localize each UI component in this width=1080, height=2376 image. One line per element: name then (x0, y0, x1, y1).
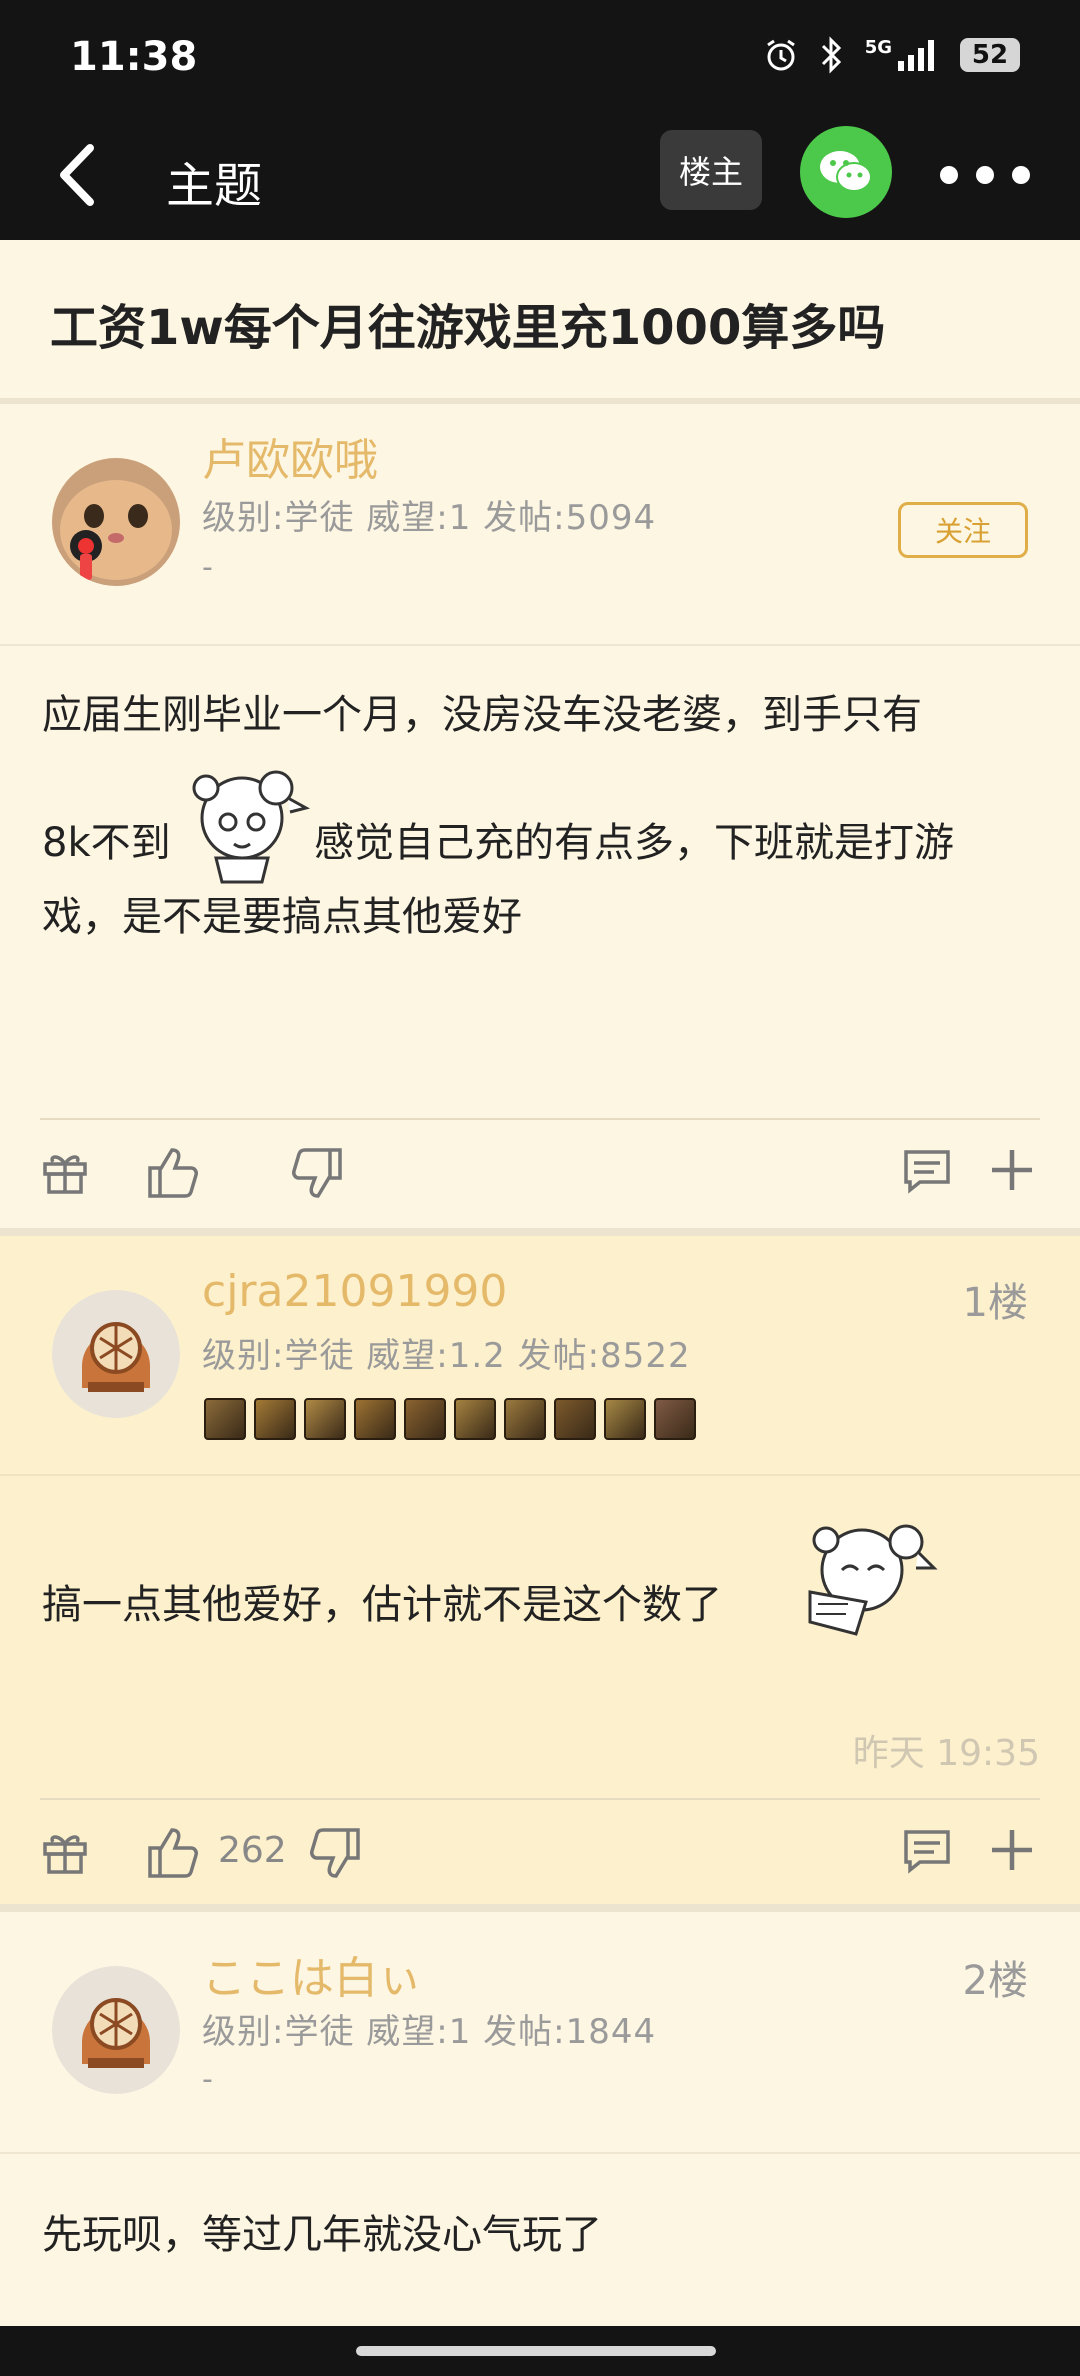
thumbs-down-icon (292, 1148, 342, 1198)
medal-list (204, 1398, 696, 1440)
gift-button[interactable] (40, 1826, 90, 1880)
bluetooth-icon (821, 36, 841, 74)
post-action-bar: 262 (0, 1800, 1080, 1900)
medal-badge-icon[interactable] (604, 1398, 646, 1440)
medal-badge-icon[interactable] (404, 1398, 446, 1440)
user-info: 级别:学徒 威望:1 发帖:1844 (202, 2012, 657, 2052)
plus-icon (992, 1150, 1032, 1190)
dislike-button[interactable] (308, 1826, 362, 1884)
plus-icon (992, 1830, 1032, 1870)
page-title: 主题 (166, 158, 263, 214)
user-signature: - (202, 2062, 213, 2097)
medal-badge-icon[interactable] (654, 1398, 696, 1440)
emoticon-sticker (176, 758, 312, 890)
thread-title: 工资1w每个月往游戏里充1000算多吗 (50, 300, 886, 356)
op-post: 卢欧欧哦 级别:学徒 威望:1 发帖:5094 - 关注 应届生刚毕业一个月，没… (0, 404, 1080, 1228)
anime-girl-sticker (808, 1524, 938, 1636)
cat-avatar-image (52, 458, 180, 586)
comment-button[interactable] (902, 1146, 952, 1200)
back-button[interactable] (50, 140, 110, 210)
add-button[interactable] (988, 1826, 1036, 1878)
user-signature: - (202, 550, 213, 585)
divider (0, 1228, 1080, 1236)
more-dot-icon (1012, 166, 1030, 184)
medal-badge-icon[interactable] (254, 1398, 296, 1440)
medal-badge-icon[interactable] (554, 1398, 596, 1440)
divider (0, 2152, 1080, 2154)
medal-badge-icon[interactable] (454, 1398, 496, 1440)
floor-number: 1楼 (962, 1280, 1028, 1326)
more-options-button[interactable] (940, 160, 1030, 190)
more-dot-icon (940, 166, 958, 184)
gift-icon (43, 1155, 87, 1194)
network-label: 5G (864, 36, 892, 58)
thumbs-up-icon (148, 1828, 198, 1878)
medal-badge-icon[interactable] (304, 1398, 346, 1440)
default-avatar-image (52, 1966, 180, 2094)
dislike-button[interactable] (290, 1146, 344, 1204)
reply-post: cjra21091990 1楼 级别:学徒 威望:1.2 发帖:8522 搞一点… (0, 1236, 1080, 1912)
post-timestamp: 昨天 19:35 (852, 1733, 1040, 1774)
alarm-icon (766, 39, 795, 71)
post-action-bar (0, 1120, 1080, 1220)
comment-icon (904, 1150, 950, 1194)
status-icons: 5G 52 (763, 36, 1020, 74)
like-button[interactable] (146, 1826, 200, 1884)
gift-icon (43, 1835, 87, 1874)
add-button[interactable] (988, 1146, 1036, 1198)
username[interactable]: cjra21091990 (202, 1266, 507, 1317)
post-content-line: 应届生刚毕业一个月，没房没车没老婆，到手只有 (42, 692, 922, 738)
username[interactable]: 卢欧欧哦 (202, 424, 378, 488)
battery-icon: 52 (960, 38, 1020, 72)
user-info: 级别:学徒 威望:1.2 发帖:8522 (202, 1336, 691, 1376)
floor-number: 2楼 (962, 1958, 1028, 2004)
post-content-line: 感觉自己充的有点多，下班就是打游 (314, 820, 954, 866)
wechat-share-button[interactable] (800, 126, 892, 218)
home-indicator (0, 2326, 1080, 2376)
like-button[interactable] (146, 1146, 200, 1204)
reply-post: ここは白ぃ 2楼 级别:学徒 威望:1 发帖:1844 - 先玩呗，等过几年就没… (0, 1912, 1080, 2326)
thumbs-down-icon (310, 1828, 360, 1878)
top-nav-bar: 主题 楼主 (0, 110, 1080, 240)
status-bar: 11:38 5G 52 (0, 0, 1080, 110)
username[interactable]: ここは白ぃ (202, 1942, 422, 2006)
home-indicator-bar[interactable] (356, 2346, 716, 2356)
avatar[interactable] (52, 1966, 180, 2094)
gift-button[interactable] (40, 1146, 90, 1200)
divider (0, 1904, 1080, 1912)
avatar[interactable] (52, 1290, 180, 1418)
post-content-line: 戏，是不是要搞点其他爱好 (42, 894, 522, 940)
emoticon-sticker (802, 1512, 938, 1640)
default-avatar-image (52, 1290, 180, 1418)
avatar[interactable] (52, 458, 180, 586)
medal-badge-icon[interactable] (354, 1398, 396, 1440)
reply-content: 先玩呗，等过几年就没心气玩了 (42, 2212, 602, 2258)
status-time: 11:38 (70, 34, 198, 80)
thumbs-up-icon (148, 1148, 198, 1198)
reply-content: 搞一点其他爱好，估计就不是这个数了 (42, 1582, 722, 1628)
anime-girl-sticker (192, 770, 311, 884)
divider (0, 644, 1080, 646)
comment-button[interactable] (902, 1826, 952, 1880)
user-info: 级别:学徒 威望:1 发帖:5094 (202, 498, 657, 538)
follow-button[interactable]: 关注 (898, 502, 1028, 558)
signal-icon (898, 40, 934, 71)
medal-badge-icon[interactable] (504, 1398, 546, 1440)
divider (0, 1474, 1080, 1476)
only-op-button[interactable]: 楼主 (660, 130, 762, 210)
more-dot-icon (976, 166, 994, 184)
like-count: 262 (218, 1830, 287, 1871)
medal-badge-icon[interactable] (204, 1398, 246, 1440)
comment-icon (904, 1830, 950, 1874)
chevron-left-icon (60, 144, 94, 206)
wechat-icon (820, 151, 872, 192)
thread-title-section: 工资1w每个月往游戏里充1000算多吗 (0, 240, 1080, 398)
